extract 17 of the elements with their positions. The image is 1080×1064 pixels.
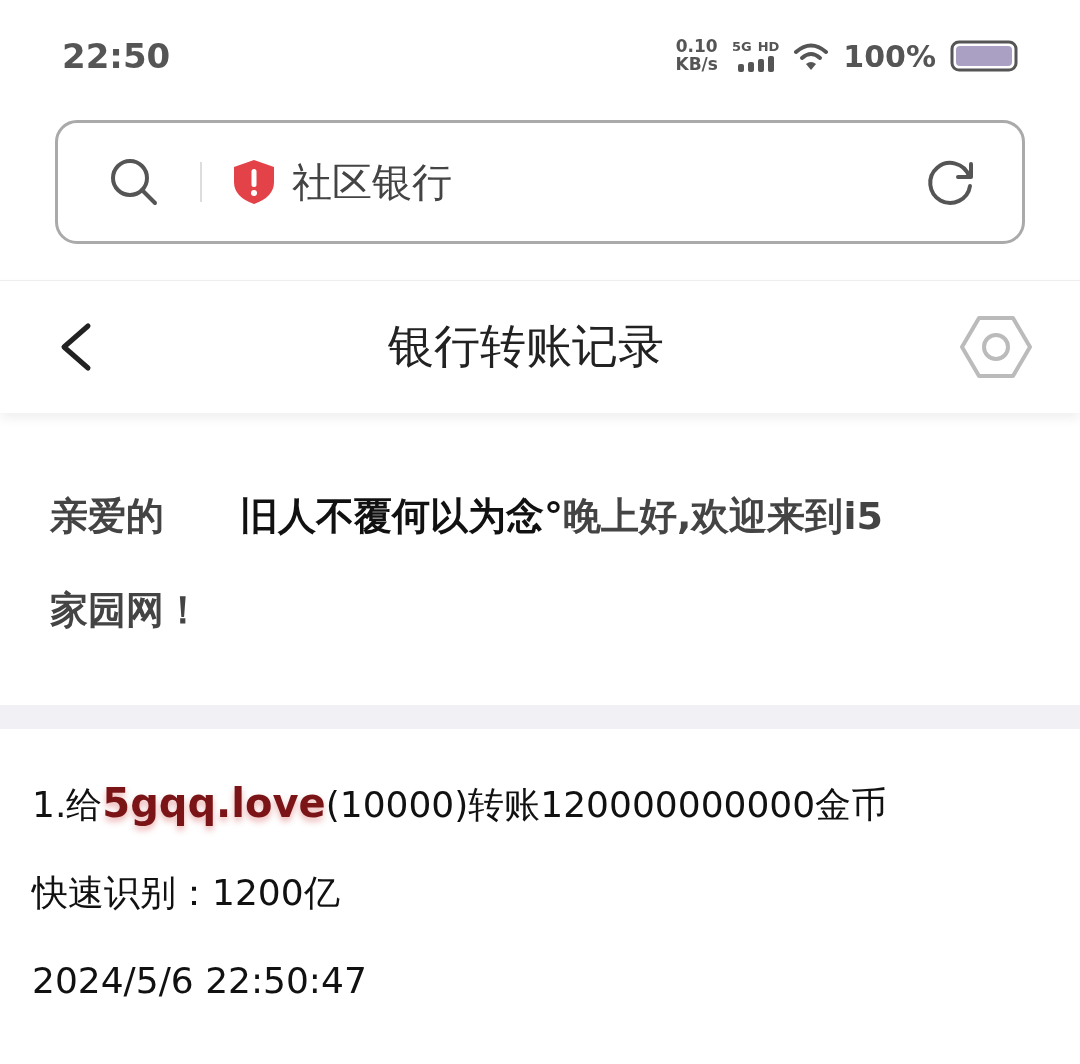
- hd-label: HD: [757, 40, 780, 53]
- clock-time: 22:50: [62, 36, 172, 76]
- transfer-time: 2024/5/6 22:50:47: [32, 959, 368, 1003]
- signal-icon: [737, 56, 774, 72]
- greeting-text: 亲爱的 旧人不覆何以为念°晚上好,欢迎来到i5家园网！: [50, 493, 884, 634]
- network-speed: 0.10: [675, 38, 718, 56]
- quick-read-amount: 快速识别：1200亿: [32, 871, 341, 915]
- transfer-description: 1.给5gqq.love(10000)转账120000000000金币: [32, 779, 889, 828]
- wifi-icon: [793, 41, 830, 71]
- page-title: 银行转账记录: [387, 318, 665, 375]
- battery-percent: 100%: [843, 38, 936, 74]
- address-bar[interactable]: 社区银行: [55, 120, 1025, 244]
- network-speed-unit: KB/s: [675, 56, 718, 74]
- search-icon: [108, 156, 160, 208]
- network-type: 5G: [731, 40, 752, 53]
- site-name: 社区银行: [292, 157, 453, 207]
- battery-icon: [950, 40, 1018, 72]
